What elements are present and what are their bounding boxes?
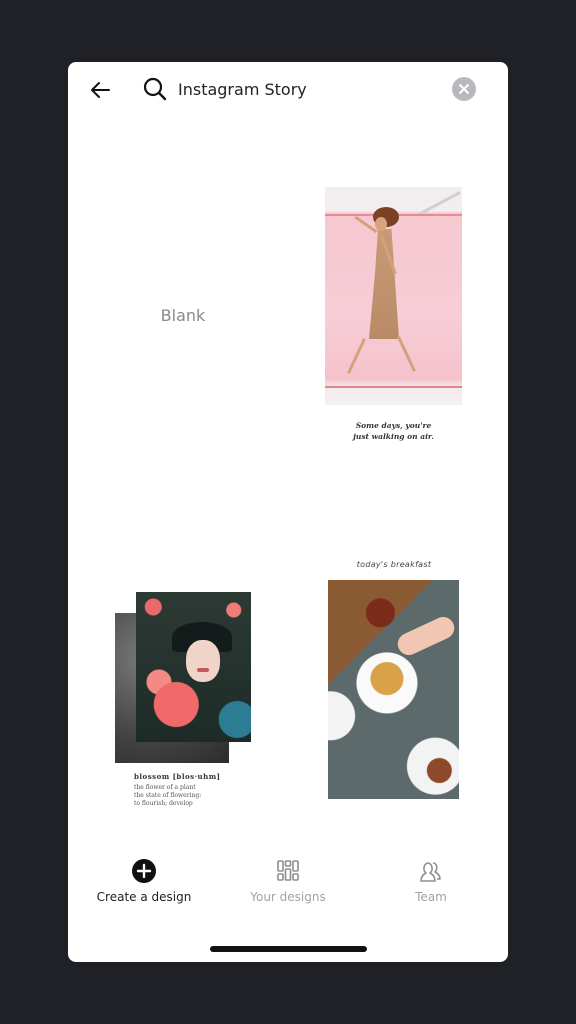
description-line: the state of flowering: [134, 792, 202, 799]
description-line: to flourish; develop [134, 800, 193, 807]
description-line: the flower of a plant [134, 784, 196, 791]
blank-label: Blank [160, 305, 206, 325]
figure-lips [197, 668, 209, 672]
close-icon [459, 84, 469, 94]
search-header [68, 62, 508, 118]
template-thumbnail-image [325, 187, 462, 405]
template-blank[interactable]: Blank [88, 186, 278, 444]
nav-your-designs[interactable]: Your designs [215, 858, 361, 918]
template-heading: today's breakfast [356, 560, 432, 569]
nav-label: Team [415, 890, 447, 904]
team-icon [418, 858, 444, 884]
designs-grid-icon [275, 858, 301, 884]
nav-team[interactable]: Team [358, 858, 504, 918]
template-caption: Some days, you're just walking on air. [325, 420, 462, 442]
caption-line: just walking on air. [353, 432, 434, 441]
figure-leg [397, 336, 416, 372]
back-button[interactable] [86, 76, 114, 104]
arrow-left-icon [91, 82, 110, 98]
app-screen: Blank Some days, you're just walking on … [68, 62, 508, 962]
template-thumbnail-image [136, 592, 251, 742]
template-walking-on-air[interactable]: Some days, you're just walking on air. [325, 187, 462, 452]
figure-leg [347, 338, 366, 374]
nav-create-design[interactable]: Create a design [71, 858, 217, 918]
plus-circle-icon [131, 858, 157, 884]
template-thumbnail-image [328, 580, 459, 799]
search-icon [142, 76, 168, 102]
decor-stripe [325, 386, 462, 388]
bottom-navigation: Create a design Your designs Team [68, 858, 508, 918]
figure-face [186, 640, 220, 682]
photo-hand [394, 613, 458, 659]
home-indicator[interactable] [210, 946, 367, 952]
nav-label: Your designs [250, 890, 326, 904]
template-blossom[interactable]: blossom [blos·uhm] the flower of a plant… [112, 588, 262, 814]
decor-rail [418, 191, 461, 216]
template-title: blossom [blos·uhm] [134, 772, 221, 781]
figure-head [375, 217, 387, 231]
caption-line: Some days, you're [355, 421, 432, 430]
template-breakfast[interactable]: today's breakfast [326, 558, 462, 804]
search-input[interactable] [178, 76, 438, 102]
nav-label: Create a design [96, 890, 192, 904]
template-description: the flower of a plant the state of flowe… [134, 784, 201, 808]
clear-search-button[interactable] [452, 77, 476, 101]
